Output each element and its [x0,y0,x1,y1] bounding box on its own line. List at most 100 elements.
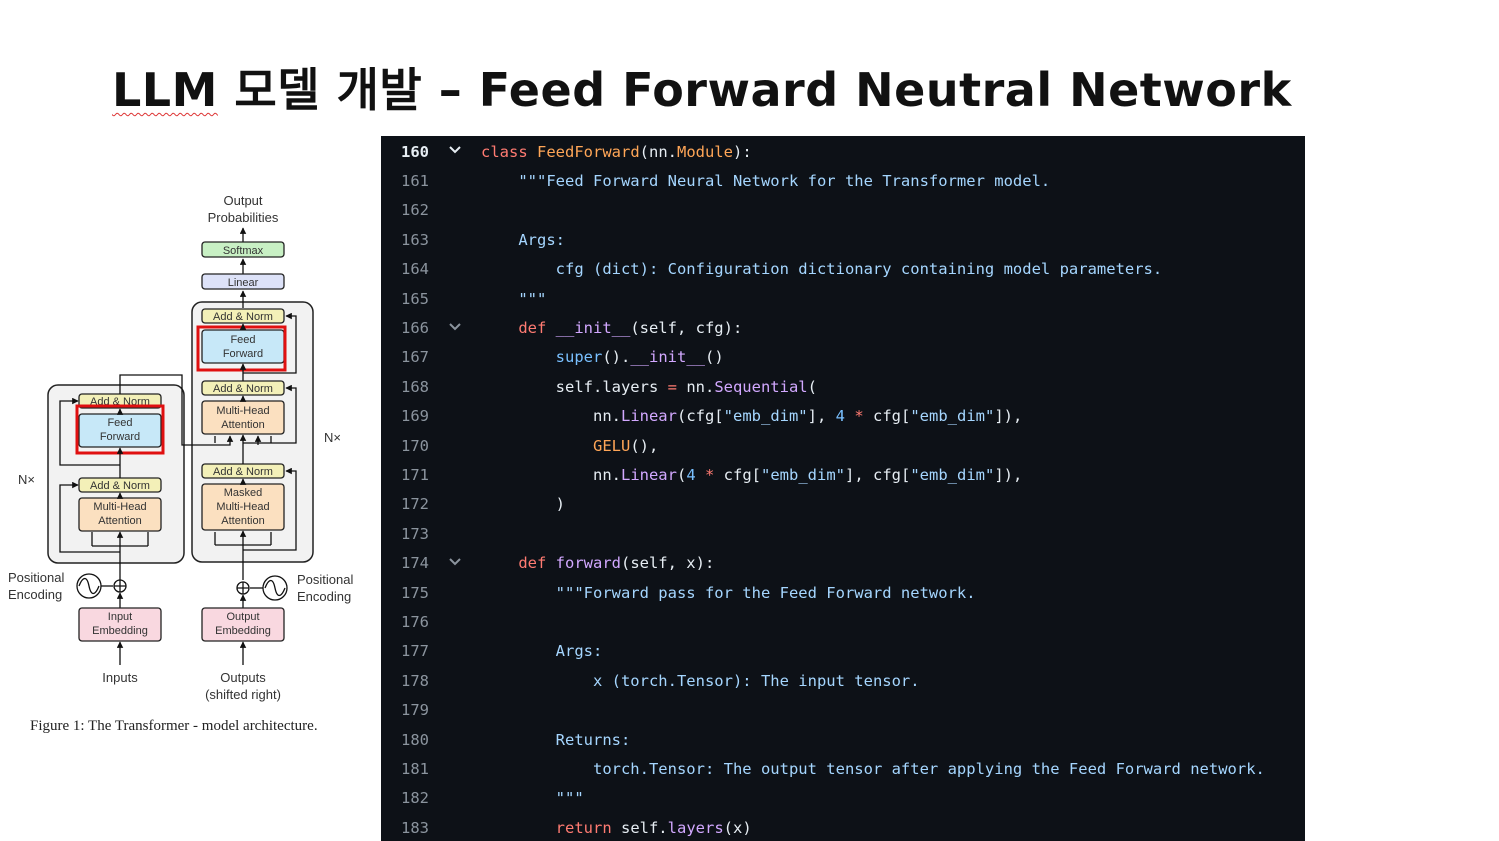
code-line[interactable]: 181 torch.Tensor: The output tensor afte… [381,754,1305,783]
output-embedding-line1: Output [226,611,259,623]
code-line[interactable]: 182 """ [381,784,1305,813]
code-token: ( [807,377,817,396]
code-line[interactable]: 178 x (torch.Tensor): The input tensor. [381,666,1305,695]
inputs-label: Inputs [102,670,138,685]
code-line[interactable]: 165 """ [381,284,1305,313]
code-line[interactable]: 179 [381,696,1305,725]
fold-chevron-icon[interactable] [429,144,481,159]
code-text: def forward(self, x): [481,554,1305,572]
code-token: 4 [686,466,696,485]
outputs-label-line1: Outputs [220,670,266,685]
code-token: torch.Tensor: The output tensor after ap… [592,760,1265,779]
line-number: 179 [401,701,429,720]
code-token: (nn. [639,142,677,161]
code-text: class FeedForward(nn.Module): [481,143,1305,161]
slide-title: LLM 모델 개발 – Feed Forward Neutral Network [112,54,1292,120]
code-token: def [518,319,556,338]
code-line[interactable]: 163 Args: [381,225,1305,254]
decoder-add-norm-mid-label: Add & Norm [213,383,273,395]
output-probabilities-line2: Probabilities [208,210,279,225]
encoder-mha-line2: Attention [98,515,141,527]
code-line[interactable]: 167 super().__init__() [381,343,1305,372]
code-text: cfg (dict): Configuration dictionary con… [481,260,1305,278]
encoder-feed-forward-line2: Forward [100,431,140,443]
line-number: 165 [401,289,429,308]
code-token: "emb_dim" [910,407,995,426]
line-number: 163 [401,230,429,249]
code-text: """ [481,789,1305,807]
outputs-label-line2: (shifted right) [205,687,281,702]
code-line[interactable]: 171 nn.Linear(4 * cfg["emb_dim"], cfg["e… [381,460,1305,489]
line-number: 170 [401,436,429,455]
code-line[interactable]: 168 self.layers = nn.Sequential( [381,372,1305,401]
code-token: """Feed Forward Neural Network for the T… [518,172,1051,191]
code-text: GELU(), [481,437,1305,455]
code-token: (). [602,348,631,367]
code-token: """Forward pass for the Feed Forward net… [555,583,976,602]
code-text: self.layers = nn.Sequential( [481,378,1305,396]
line-number: 177 [401,642,429,661]
code-token: self.layers [481,377,668,396]
code-token: Sequential [714,377,808,396]
code-token: (self, cfg): [630,319,743,338]
output-embedding-line2: Embedding [215,625,271,637]
code-line[interactable]: 176 [381,607,1305,636]
code-token: FeedForward [537,142,640,161]
decoder-add-norm-bottom-label: Add & Norm [213,466,273,478]
masked-mha-line3: Attention [221,515,264,527]
code-line[interactable]: 161 """Feed Forward Neural Network for t… [381,166,1305,195]
code-token: Args: [518,230,565,249]
code-line[interactable]: 162 [381,196,1305,225]
code-line[interactable]: 172 ) [381,490,1305,519]
code-token: nn. [481,466,621,485]
code-token: super [555,348,603,367]
code-text: nn.Linear(cfg["emb_dim"], 4 * cfg["emb_d… [481,407,1305,425]
code-token: self. [620,818,668,837]
code-token: __init__ [630,348,705,367]
code-token: * [695,466,724,485]
code-token: ( [676,466,687,485]
line-number: 175 [401,583,429,602]
code-text: return self.layers(x) [481,819,1305,837]
code-token: layers [667,818,724,837]
code-token: ], [807,407,836,426]
code-line[interactable]: 160 class FeedForward(nn.Module): [381,137,1305,166]
code-token: ) [481,495,565,514]
code-editor[interactable]: 160 class FeedForward(nn.Module): 161 """F… [381,136,1305,841]
line-number: 167 [401,348,429,367]
code-token: def [518,554,556,573]
line-number: 178 [401,671,429,690]
decoder-positional-encoding-line2: Encoding [297,589,351,604]
code-text: x (torch.Tensor): The input tensor. [481,672,1305,690]
code-line[interactable]: 174 def forward(self, x): [381,549,1305,578]
encoder-mha-line1: Multi-Head [93,501,146,513]
fold-chevron-icon[interactable] [429,556,481,571]
code-token: Args: [555,642,603,661]
code-line[interactable]: 164 cfg (dict): Configuration dictionary… [381,255,1305,284]
code-token: Linear [620,466,677,485]
code-line[interactable]: 177 Args: [381,637,1305,666]
masked-mha-line1: Masked [224,487,263,499]
input-embedding-line2: Embedding [92,625,148,637]
code-line[interactable]: 175 """Forward pass for the Feed Forward… [381,578,1305,607]
code-token: Returns: [555,730,631,749]
code-line[interactable]: 173 [381,519,1305,548]
code-token: ]), [994,407,1023,426]
fold-chevron-icon[interactable] [429,321,481,336]
code-line[interactable]: 170 GELU(), [381,431,1305,460]
line-number: 180 [401,730,429,749]
code-line[interactable]: 180 Returns: [381,725,1305,754]
code-line[interactable]: 169 nn.Linear(cfg["emb_dim"], 4 * cfg["e… [381,402,1305,431]
code-text: torch.Tensor: The output tensor after ap… [481,760,1305,778]
code-line[interactable]: 183 return self.layers(x) [381,813,1305,841]
code-line[interactable]: 166 def __init__(self, cfg): [381,313,1305,342]
